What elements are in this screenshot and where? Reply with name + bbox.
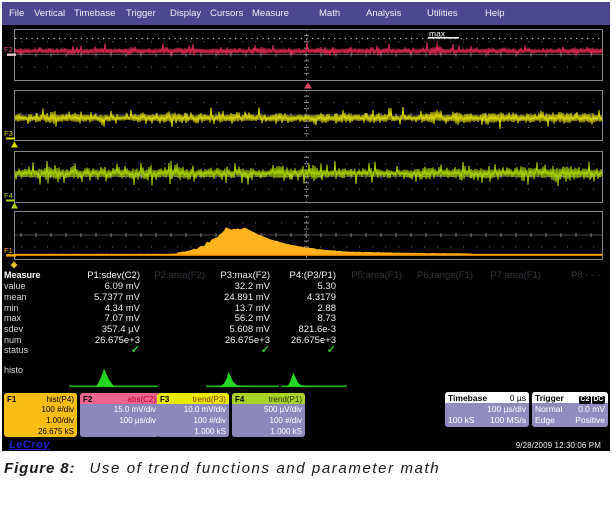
- svg-text:F1: F1: [4, 246, 13, 255]
- svg-text:max: max: [429, 29, 446, 39]
- svg-text:F3: F3: [4, 129, 13, 138]
- svg-text:F2: F2: [4, 45, 13, 54]
- svg-text:F4: F4: [4, 191, 13, 200]
